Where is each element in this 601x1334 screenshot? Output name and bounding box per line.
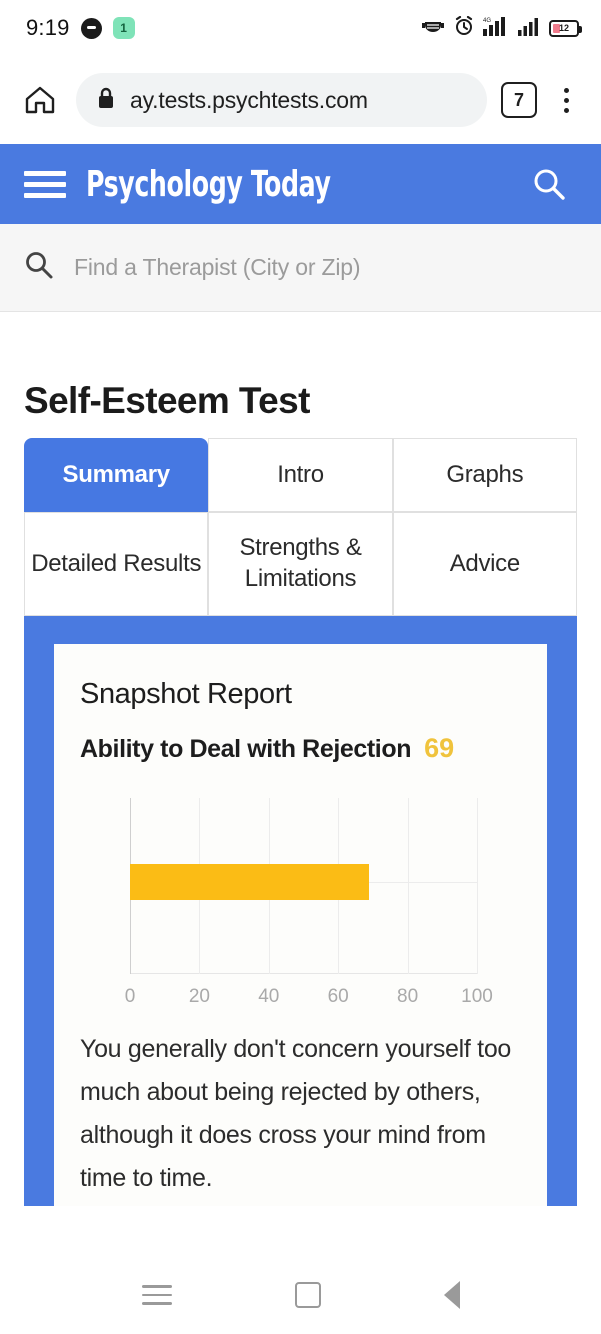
report-panel: Snapshot Report Ability to Deal with Rej… — [24, 616, 577, 1206]
home-icon[interactable] — [18, 78, 62, 122]
status-bar-clock: 9:19 — [26, 15, 70, 40]
score-row: Ability to Deal with Rejection 69 — [80, 733, 521, 778]
chart-xtick-label: 40 — [258, 986, 280, 1007]
chart-gridline-100 — [477, 798, 478, 974]
url-text: ay.tests.psychtests.com — [130, 86, 368, 113]
alarm-clock-icon — [454, 15, 474, 41]
chart-baseline — [130, 973, 477, 974]
chart-plot-area — [130, 798, 478, 974]
signal-bars-icon-secondary — [518, 16, 540, 41]
chart-bar-score — [130, 864, 370, 901]
score-value: 69 — [424, 733, 455, 763]
report-description: You generally don't concern yourself too… — [80, 1035, 512, 1192]
chart-xtick-label: 100 — [461, 986, 493, 1007]
tab-summary[interactable]: Summary — [24, 438, 209, 512]
score-bar-chart: 0 20 40 60 80 100 — [80, 790, 521, 1008]
hamburger-icon[interactable] — [24, 163, 66, 205]
page-content: Self-Esteem Test Summary Intro Graphs De… — [0, 312, 601, 1206]
messenger-icon — [80, 17, 102, 39]
chart-xtick-label: 80 — [397, 986, 419, 1007]
chart-xtick-label: 60 — [327, 986, 349, 1007]
notification-badge: 1 — [112, 17, 135, 39]
kebab-menu-icon[interactable] — [551, 78, 581, 122]
back-triangle-icon[interactable] — [443, 1281, 460, 1309]
tab-detailed-results[interactable]: Detailed Results — [24, 512, 209, 616]
chart-xtick-label: 20 — [188, 986, 210, 1007]
therapist-search-placeholder: Find a Therapist (City or Zip) — [74, 254, 361, 280]
search-icon[interactable] — [527, 162, 571, 206]
chart-gridline-80 — [407, 798, 409, 974]
site-brand-logo[interactable]: Psychology Today — [86, 164, 414, 205]
signal-bars-icon: 4G — [483, 16, 509, 41]
tab-strengths-limitations[interactable]: Strengths & Limitations — [208, 512, 393, 616]
search-icon — [24, 250, 54, 285]
android-navigation-bar — [0, 1256, 601, 1334]
battery-percent: 12 — [558, 22, 569, 33]
site-header: Psychology Today — [0, 144, 601, 224]
chart-xtick-label: 0 — [124, 986, 136, 1007]
status-bar-left: 9:19 1 — [26, 15, 135, 41]
recents-icon[interactable] — [141, 1280, 172, 1310]
snapshot-report-card: Snapshot Report Ability to Deal with Rej… — [54, 644, 547, 1206]
page-title: Self-Esteem Test — [24, 380, 310, 421]
tab-counter-button[interactable]: 7 — [501, 82, 537, 118]
browser-toolbar: ay.tests.psychtests.com 7 — [0, 56, 601, 144]
score-label: Ability to Deal with Rejection — [80, 735, 412, 763]
status-bar: 9:19 1 4G 12 — [0, 0, 601, 56]
tab-graphs[interactable]: Graphs — [392, 438, 577, 512]
snapshot-report-heading: Snapshot Report — [80, 678, 292, 710]
url-bar[interactable]: ay.tests.psychtests.com — [76, 73, 487, 127]
tab-intro[interactable]: Intro — [208, 438, 393, 512]
tab-bar: Summary Intro Graphs Detailed Results St… — [24, 438, 577, 616]
home-square-icon[interactable] — [294, 1282, 321, 1308]
chart-x-axis-ticks: 0 20 40 60 80 100 — [125, 978, 493, 1008]
battery-icon: 12 — [549, 19, 582, 37]
face-mask-icon — [421, 16, 445, 41]
status-bar-right: 4G 12 — [421, 15, 582, 41]
lock-icon — [96, 86, 116, 115]
therapist-search-field[interactable]: Find a Therapist (City or Zip) — [0, 224, 601, 312]
tab-advice[interactable]: Advice — [392, 512, 577, 616]
svg-text:4G: 4G — [483, 18, 491, 24]
